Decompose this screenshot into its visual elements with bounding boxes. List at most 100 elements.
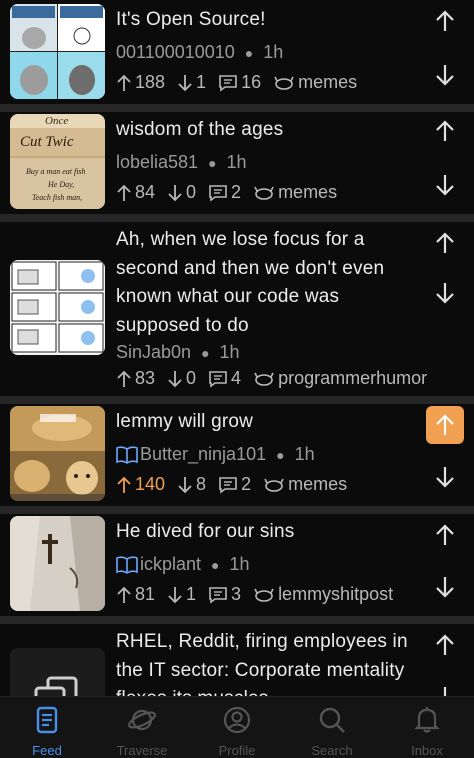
upvote-button[interactable] (426, 112, 464, 150)
downvote-button[interactable] (426, 678, 464, 696)
post-thumbnail[interactable] (10, 4, 105, 99)
post-card[interactable]: RHEL, Reddit, firing employees in the IT… (0, 624, 474, 696)
post-thumbnail[interactable] (10, 260, 105, 355)
tab-inbox[interactable]: Inbox (380, 705, 474, 758)
tab-label: Search (311, 743, 353, 758)
post-author[interactable]: 001100010010 (116, 42, 235, 63)
lemmy-icon (264, 478, 284, 492)
downvote-button[interactable] (426, 274, 464, 312)
arrow-down-icon (443, 687, 447, 696)
community-link[interactable]: memes (273, 72, 357, 93)
search-icon (285, 705, 379, 735)
upvote-button[interactable] (426, 224, 464, 262)
post-meta: Butter_ninja101 ● 1h (116, 444, 315, 465)
moderator-book-icon (116, 445, 138, 465)
post-time: 1h (226, 152, 247, 172)
comment-count[interactable]: 16 (218, 72, 261, 93)
post-thumbnail[interactable] (10, 406, 105, 501)
arrow-up-icon (117, 586, 131, 603)
upvote-button[interactable] (426, 516, 464, 554)
post-stats: 84 0 2 memes (116, 182, 349, 203)
meme-image: Once Cut Twic Buy a man eat fish He Day,… (10, 114, 105, 209)
post-card[interactable]: Once Cut Twic Buy a man eat fish He Day,… (0, 112, 474, 214)
upvote-count: 83 (116, 368, 155, 389)
arrow-up-icon (436, 10, 454, 31)
post-thumbnail[interactable] (10, 648, 105, 696)
downvote-button[interactable] (426, 568, 464, 606)
downvote-button[interactable] (426, 458, 464, 496)
downvote-count: 8 (177, 474, 206, 495)
post-time: 1h (294, 444, 315, 464)
separator-dot: ● (244, 44, 254, 61)
downvote-button[interactable] (426, 56, 464, 94)
arrow-down-icon (178, 476, 192, 493)
community-link[interactable]: memes (263, 474, 347, 495)
upvote-button[interactable] (426, 2, 464, 40)
post-card[interactable]: Ah, when we lose focus for a second and … (0, 222, 474, 396)
feed-icon (0, 705, 94, 735)
post-time: 1h (219, 342, 240, 362)
tab-search[interactable]: Search (285, 705, 379, 758)
link-icon (10, 648, 105, 696)
post-author[interactable]: SinJab0n (116, 342, 191, 363)
post-card[interactable]: He dived for our sins ickplant ● 1h 81 1… (0, 514, 474, 616)
meme-image (10, 406, 105, 501)
comment-count[interactable]: 2 (218, 474, 251, 495)
tab-traverse[interactable]: Traverse (95, 705, 189, 758)
meme-image (10, 516, 105, 611)
post-meta: 001100010010 ● 1h (116, 42, 283, 63)
arrow-up-icon (436, 120, 454, 141)
thumb-text: He Day, (47, 180, 74, 189)
comment-count[interactable]: 2 (208, 182, 241, 203)
upvote-count: 188 (116, 72, 165, 93)
post-title[interactable]: Ah, when we lose focus for a second and … (116, 226, 412, 340)
comment-count[interactable]: 4 (208, 368, 241, 389)
comment-icon (209, 370, 227, 388)
post-stats: 83 0 4 programmerhumor (116, 368, 439, 389)
post-meta: ickplant ● 1h (116, 554, 250, 575)
bell-icon (380, 705, 474, 735)
lemmy-icon (274, 76, 294, 90)
post-author[interactable]: lobelia581 (116, 152, 198, 173)
moderator-book-icon (116, 555, 138, 575)
arrow-down-icon (436, 577, 454, 598)
post-stats: 81 1 3 lemmyshitpost (116, 584, 405, 605)
arrow-down-icon (178, 74, 192, 91)
post-title[interactable]: lemmy will grow (116, 408, 412, 437)
separator-dot: ● (276, 446, 285, 463)
comment-icon (209, 586, 227, 604)
post-title[interactable]: It's Open Source! (116, 6, 412, 35)
lemmy-icon (254, 186, 274, 200)
thumb-text: Cut Twic (20, 134, 74, 150)
tab-profile[interactable]: Profile (190, 705, 284, 758)
arrow-up-icon (436, 414, 454, 435)
tab-label: Inbox (411, 743, 443, 758)
community-link[interactable]: lemmyshitpost (253, 584, 393, 605)
post-thumbnail[interactable] (10, 516, 105, 611)
post-feed[interactable]: It's Open Source! 001100010010 ● 1h 188 … (0, 0, 474, 696)
upvote-button-active[interactable] (426, 406, 464, 444)
post-author[interactable]: ickplant (140, 554, 201, 575)
arrow-up-icon (117, 74, 131, 91)
downvote-button[interactable] (426, 166, 464, 204)
post-title[interactable]: He dived for our sins (116, 518, 412, 547)
tab-feed[interactable]: Feed (0, 705, 94, 758)
arrow-down-icon (168, 370, 182, 387)
community-link[interactable]: memes (253, 182, 337, 203)
post-stats: 188 1 16 memes (116, 72, 369, 93)
arrow-down-icon (168, 586, 182, 603)
comment-icon (219, 74, 237, 92)
tab-label: Feed (32, 743, 62, 758)
separator-dot: ● (201, 344, 210, 361)
community-link[interactable]: programmerhumor (253, 368, 427, 389)
downvote-count: 0 (167, 182, 196, 203)
post-thumbnail[interactable]: Once Cut Twic Buy a man eat fish He Day,… (10, 114, 105, 209)
comment-count[interactable]: 3 (208, 584, 241, 605)
upvote-button[interactable] (426, 626, 464, 664)
post-card[interactable]: It's Open Source! 001100010010 ● 1h 188 … (0, 0, 474, 104)
post-title[interactable]: wisdom of the ages (116, 116, 412, 145)
thumb-text: Teach fish man, (32, 193, 82, 202)
post-card[interactable]: lemmy will grow Butter_ninja101 ● 1h 140… (0, 404, 474, 506)
post-title[interactable]: RHEL, Reddit, firing employees in the IT… (116, 628, 412, 696)
post-author[interactable]: Butter_ninja101 (140, 444, 266, 465)
